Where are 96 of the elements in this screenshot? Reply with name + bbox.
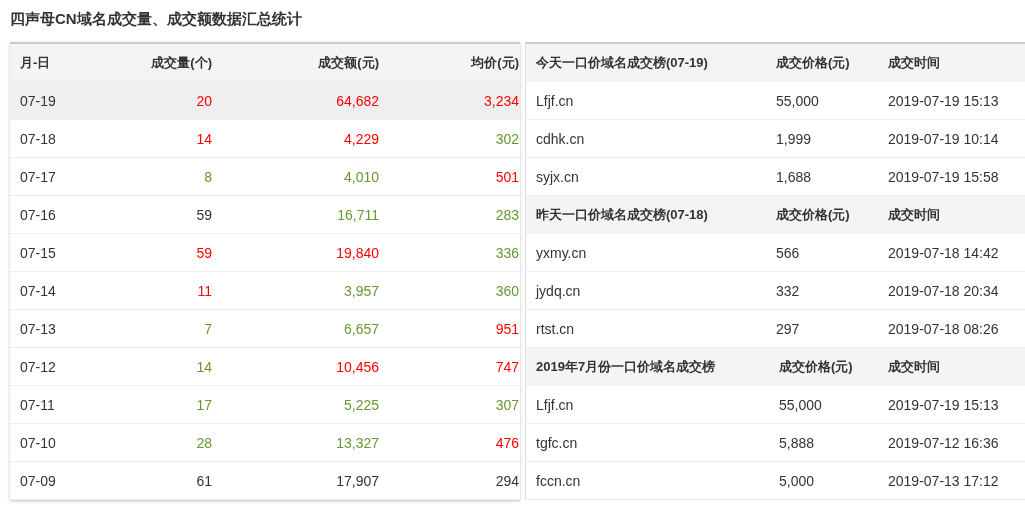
column-header: 2019年7月份一口价域名成交榜 (536, 357, 717, 376)
number-cell-text: 283 (494, 206, 519, 223)
column-header: 成交价格(元) (779, 357, 854, 376)
number-cell-text: 10,456 (335, 358, 379, 375)
number-cell-text: 14 (195, 358, 212, 375)
table-row[interactable]: 07-14 11 3,957 360 (10, 272, 520, 310)
table-row[interactable]: 07-15 59 19,840 336 (10, 234, 520, 272)
time-cell-text: 2019-07-18 08:26 (888, 320, 1000, 337)
table-row[interactable]: 07-10 28 13,327 476 (10, 424, 520, 462)
table-row[interactable]: 07-09 61 17,907 294 (10, 462, 520, 500)
column-header: 成交量(个) (150, 53, 212, 72)
price-cell-text: 5,888 (779, 434, 816, 451)
domain-cell-text: Lfjf.cn (536, 396, 575, 413)
date-cell-text: 07-10 (20, 434, 57, 451)
date-cell-text: 07-09 (20, 472, 57, 489)
date-cell-text: 07-17 (20, 168, 57, 185)
number-cell-text: 17 (195, 396, 212, 413)
domain-cell-text: Lfjf.cn (536, 92, 575, 109)
table-row[interactable]: 07-13 7 6,657 951 (10, 310, 520, 348)
domain-cell-text: fccn.cn (536, 472, 582, 489)
domain-cell-text: rtst.cn (536, 320, 576, 337)
number-cell-text: 64,682 (335, 92, 379, 109)
date-cell-text: 07-19 (20, 92, 57, 109)
number-cell-text: 476 (494, 434, 519, 451)
number-cell-text: 19,840 (335, 244, 379, 261)
date-cell-text: 07-13 (20, 320, 57, 337)
domain-cell-text: cdhk.cn (536, 130, 586, 147)
number-cell-text: 16,711 (336, 206, 379, 223)
number-cell-text: 360 (494, 282, 519, 299)
price-cell-text: 55,000 (779, 396, 823, 413)
table-row[interactable]: 07-11 17 5,225 307 (10, 386, 520, 424)
number-cell-text: 307 (494, 396, 519, 413)
price-cell-text: 55,000 (776, 92, 820, 109)
number-cell-text: 6,657 (342, 320, 379, 337)
time-cell-text: 2019-07-19 10:14 (888, 130, 1000, 147)
time-cell-text: 2019-07-18 20:34 (888, 282, 1000, 299)
column-header: 成交价格(元) (776, 205, 851, 224)
domain-cell-text: jydq.cn (536, 282, 582, 299)
column-header: 成交时间 (888, 53, 941, 72)
number-cell-text: 17,907 (335, 472, 379, 489)
number-cell-text: 4,229 (342, 130, 379, 147)
price-cell-text: 332 (776, 282, 801, 299)
number-cell-text: 61 (195, 472, 212, 489)
table-row[interactable]: 07-18 14 4,229 302 (10, 120, 520, 158)
number-cell-text: 13,327 (335, 434, 379, 451)
price-cell-text: 5,000 (779, 472, 816, 489)
number-cell-text: 59 (195, 206, 212, 223)
domain-cell-text: syjx.cn (536, 168, 580, 185)
price-cell-text: 297 (776, 320, 801, 337)
time-cell-text: 2019-07-12 16:36 (888, 434, 1000, 451)
number-cell-text: 59 (195, 244, 212, 261)
time-cell-text: 2019-07-19 15:13 (888, 92, 1000, 109)
column-header: 月-日 (20, 53, 52, 72)
table-row[interactable]: 07-17 8 4,010 501 (10, 158, 520, 196)
column-header: 成交时间 (888, 205, 941, 224)
time-cell-text: 2019-07-19 15:13 (888, 396, 1000, 413)
date-cell-text: 07-14 (20, 282, 57, 299)
column-header: 昨天一口价域名成交榜(07-18) (536, 205, 709, 224)
number-cell-text: 5,225 (342, 396, 379, 413)
column-header: 成交价格(元) (776, 53, 851, 72)
number-cell-text: 7 (203, 320, 212, 337)
number-cell-text: 302 (494, 130, 519, 147)
number-cell-text: 3,234 (482, 92, 519, 109)
table-row[interactable]: 07-16 59 16,711 283 (10, 196, 520, 234)
page-title: 四声母CN域名成交量、成交额数据汇总统计 (9, 9, 303, 29)
column-header: 成交额(元) (317, 53, 379, 72)
price-cell-text: 566 (776, 244, 801, 261)
number-cell-text: 501 (494, 168, 519, 185)
number-cell-text: 4,010 (342, 168, 379, 185)
number-cell-text: 8 (203, 168, 212, 185)
date-cell-text: 07-16 (20, 206, 57, 223)
table-row[interactable]: 07-12 14 10,456 747 (10, 348, 520, 386)
number-cell-text: 336 (494, 244, 519, 261)
number-cell-text: 951 (494, 320, 519, 337)
price-cell-text: 1,688 (776, 168, 813, 185)
domain-cell-text: tgfc.cn (536, 434, 579, 451)
number-cell-text: 3,957 (342, 282, 379, 299)
number-cell-text: 11 (196, 282, 212, 299)
price-cell-text: 1,999 (776, 130, 813, 147)
number-cell-text: 28 (195, 434, 212, 451)
date-cell-text: 07-15 (20, 244, 57, 261)
domain-cell-text: yxmy.cn (536, 244, 588, 261)
column-header: 均价(元) (469, 53, 519, 72)
time-cell-text: 2019-07-19 15:58 (888, 168, 1000, 185)
number-cell-text: 294 (494, 472, 519, 489)
column-header: 成交时间 (888, 357, 941, 376)
column-header: 今天一口价域名成交榜(07-19) (536, 53, 709, 72)
date-cell-text: 07-18 (20, 130, 57, 147)
table-row[interactable]: 07-19 20 64,682 3,234 (10, 82, 520, 120)
number-cell-text: 20 (195, 92, 212, 109)
time-cell-text: 2019-07-18 14:42 (888, 244, 1000, 261)
time-cell-text: 2019-07-13 17:12 (888, 472, 1000, 489)
number-cell-text: 747 (494, 358, 519, 375)
number-cell-text: 14 (195, 130, 212, 147)
date-cell-text: 07-11 (20, 396, 56, 413)
date-cell-text: 07-12 (20, 358, 57, 375)
